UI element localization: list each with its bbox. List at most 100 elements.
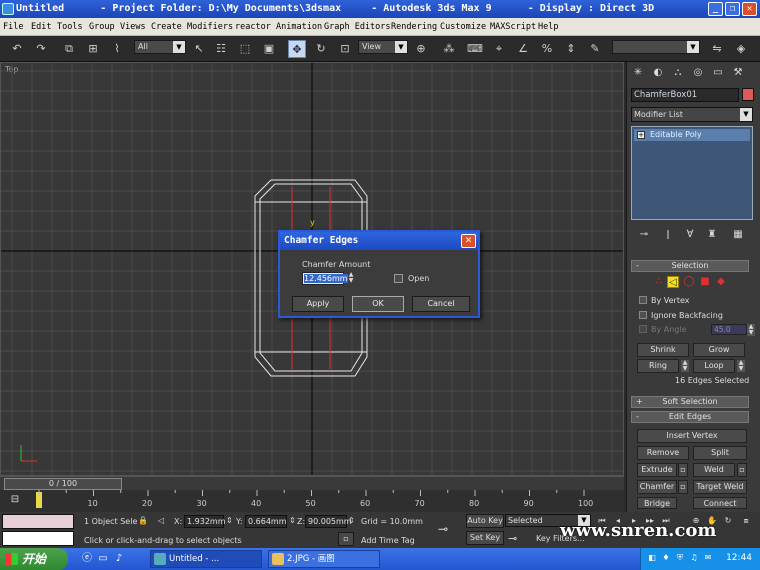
x-coordinate-field[interactable]: 1.932mm bbox=[184, 515, 226, 528]
menu-group[interactable]: Group bbox=[89, 22, 115, 32]
polygon-mode-icon[interactable]: ■ bbox=[699, 276, 711, 288]
lock-icon[interactable]: 🔒 bbox=[138, 516, 148, 525]
absolute-mode-icon[interactable]: ◁ bbox=[158, 516, 164, 525]
chamfer-button[interactable]: Chamfer bbox=[637, 480, 677, 494]
move-icon[interactable]: ✥ bbox=[288, 40, 306, 58]
selection-rollout-header[interactable]: - Selection bbox=[631, 260, 749, 272]
ie-icon[interactable]: ⓔ bbox=[80, 552, 94, 566]
ime-icon[interactable]: ✉ bbox=[703, 553, 713, 563]
spinner-icon[interactable]: ▲ ▼ bbox=[737, 360, 745, 372]
snap-icon[interactable]: ⌖ bbox=[490, 40, 508, 58]
border-mode-icon[interactable]: ◯ bbox=[683, 276, 695, 288]
undo-icon[interactable]: ↶ bbox=[8, 40, 26, 58]
maxscript-listener-mini[interactable] bbox=[2, 514, 74, 529]
expand-icon[interactable]: + bbox=[637, 131, 645, 139]
z-coordinate-field[interactable]: 90.005mm bbox=[305, 515, 352, 528]
bind-spacewarp-icon[interactable]: ⌇ bbox=[108, 40, 126, 58]
spinner-icon[interactable]: ▲ ▼ bbox=[747, 324, 755, 336]
by-vertex-checkbox[interactable] bbox=[639, 296, 647, 304]
remove-button[interactable]: Remove bbox=[637, 446, 689, 460]
remove-modifier-icon[interactable]: ♜ bbox=[705, 228, 719, 242]
ok-button[interactable]: OK bbox=[352, 296, 404, 312]
spinner-icon[interactable]: ⇕ bbox=[289, 516, 296, 525]
open-checkbox[interactable] bbox=[394, 274, 403, 283]
show-end-result-icon[interactable]: ǀ bbox=[661, 228, 675, 242]
close-icon[interactable]: ✕ bbox=[742, 2, 757, 16]
auto-key-button[interactable]: Auto Key bbox=[466, 514, 504, 528]
menu-modifiers[interactable]: Modifiers bbox=[187, 22, 233, 32]
select-object-icon[interactable]: ↖ bbox=[190, 40, 208, 58]
task-3dsmax[interactable]: Untitled - ... bbox=[150, 550, 262, 568]
chamfer-settings-icon[interactable]: ▫ bbox=[678, 480, 688, 494]
manipulate-icon[interactable]: ⁂ bbox=[440, 40, 458, 58]
antivirus-icon[interactable]: ♦ bbox=[661, 553, 671, 563]
display-tab-icon[interactable]: ▭ bbox=[711, 66, 725, 80]
make-unique-icon[interactable]: ∀ bbox=[683, 228, 697, 242]
rotate-icon[interactable]: ↻ bbox=[312, 40, 330, 58]
pin-stack-icon[interactable]: ⊸ bbox=[637, 228, 651, 242]
menu-maxscript[interactable]: MAXScript bbox=[490, 22, 536, 32]
track-bar[interactable]: ⊟ 10 20 30 40 50 60 70 80 90 100 bbox=[0, 490, 624, 512]
edit-edges-rollout-header[interactable]: - Edit Edges bbox=[631, 411, 749, 423]
scale-icon[interactable]: ⊡ bbox=[336, 40, 354, 58]
time-tag-icon[interactable]: ▫ bbox=[338, 532, 354, 546]
security-icon[interactable]: ⛨ bbox=[675, 553, 685, 563]
motion-tab-icon[interactable]: ◎ bbox=[691, 66, 705, 80]
network-icon[interactable]: ◧ bbox=[647, 553, 657, 563]
vertex-mode-icon[interactable]: ∴ bbox=[653, 276, 665, 288]
soft-selection-rollout-header[interactable]: + Soft Selection bbox=[631, 396, 749, 408]
modify-tab-icon[interactable]: ◐ bbox=[651, 66, 665, 80]
minimize-icon[interactable]: _ bbox=[708, 2, 723, 16]
grow-button[interactable]: Grow bbox=[693, 343, 745, 357]
target-weld-button[interactable]: Target Weld bbox=[693, 480, 747, 494]
menu-rendering[interactable]: Rendering bbox=[391, 22, 437, 32]
menu-views[interactable]: Views bbox=[120, 22, 146, 32]
time-slider-knob[interactable]: 0 / 100 bbox=[4, 478, 122, 490]
maximize-icon[interactable]: ❐ bbox=[725, 2, 740, 16]
close-icon[interactable]: ✕ bbox=[461, 234, 476, 248]
mirror-icon[interactable]: ⇋ bbox=[708, 40, 726, 58]
hierarchy-tab-icon[interactable]: ⛬ bbox=[671, 66, 685, 80]
menu-create[interactable]: Create bbox=[151, 22, 182, 32]
key-mode-icon[interactable]: ⊸ bbox=[438, 522, 448, 536]
connect-button[interactable]: Connect bbox=[693, 497, 747, 509]
start-button[interactable]: 开始 bbox=[0, 548, 68, 570]
by-angle-checkbox[interactable] bbox=[639, 325, 647, 333]
apply-button[interactable]: Apply bbox=[292, 296, 344, 312]
menu-tools[interactable]: Tools bbox=[57, 22, 83, 32]
shrink-button[interactable]: Shrink bbox=[637, 343, 689, 357]
ignore-backfacing-checkbox[interactable] bbox=[639, 311, 647, 319]
y-coordinate-field[interactable]: 0.664mm bbox=[245, 515, 287, 528]
loop-button[interactable]: Loop bbox=[693, 359, 735, 373]
volume-icon[interactable]: ♫ bbox=[689, 553, 699, 563]
weld-button[interactable]: Weld bbox=[693, 463, 735, 477]
create-tab-icon[interactable]: ✳ bbox=[631, 66, 645, 80]
menu-graph-editors[interactable]: Graph Editors bbox=[324, 22, 391, 32]
ref-coord-dropdown[interactable]: View ▼ bbox=[358, 40, 408, 54]
ring-button[interactable]: Ring bbox=[637, 359, 679, 373]
insert-vertex-button[interactable]: Insert Vertex bbox=[637, 429, 747, 443]
object-name-field[interactable]: ChamferBox01 bbox=[631, 88, 739, 102]
menu-animation[interactable]: Animation bbox=[276, 22, 322, 32]
menu-help[interactable]: Help bbox=[538, 22, 558, 32]
maximize-viewport-icon[interactable]: ⧈ bbox=[740, 516, 752, 526]
menu-reactor[interactable]: reactor bbox=[235, 22, 271, 32]
align-icon[interactable]: ◈ bbox=[732, 40, 750, 58]
menu-customize[interactable]: Customize bbox=[440, 22, 486, 32]
dialog-title[interactable]: Chamfer Edges bbox=[280, 232, 478, 250]
pivot-center-icon[interactable]: ⊕ bbox=[412, 40, 430, 58]
spinner-snap-icon[interactable]: ⇕ bbox=[562, 40, 580, 58]
edit-named-selection-icon[interactable]: ✎ bbox=[586, 40, 604, 58]
angle-field[interactable]: 45.0 bbox=[711, 324, 747, 335]
redo-icon[interactable]: ↷ bbox=[32, 40, 50, 58]
extrude-button[interactable]: Extrude bbox=[637, 463, 677, 477]
orbit-icon[interactable]: ↻ bbox=[722, 516, 734, 526]
media-icon[interactable]: ♪ bbox=[112, 552, 126, 566]
configure-sets-icon[interactable]: ▦ bbox=[731, 228, 745, 242]
unlink-icon[interactable]: ⊞ bbox=[84, 40, 102, 58]
menu-file[interactable]: File bbox=[3, 22, 23, 32]
spinner-icon[interactable]: ▲ ▼ bbox=[681, 360, 689, 372]
edge-mode-icon[interactable]: ◁ bbox=[667, 276, 679, 288]
spinner-icon[interactable]: ⇕ bbox=[348, 516, 355, 525]
named-selection-dropdown[interactable]: ▼ bbox=[612, 40, 700, 54]
